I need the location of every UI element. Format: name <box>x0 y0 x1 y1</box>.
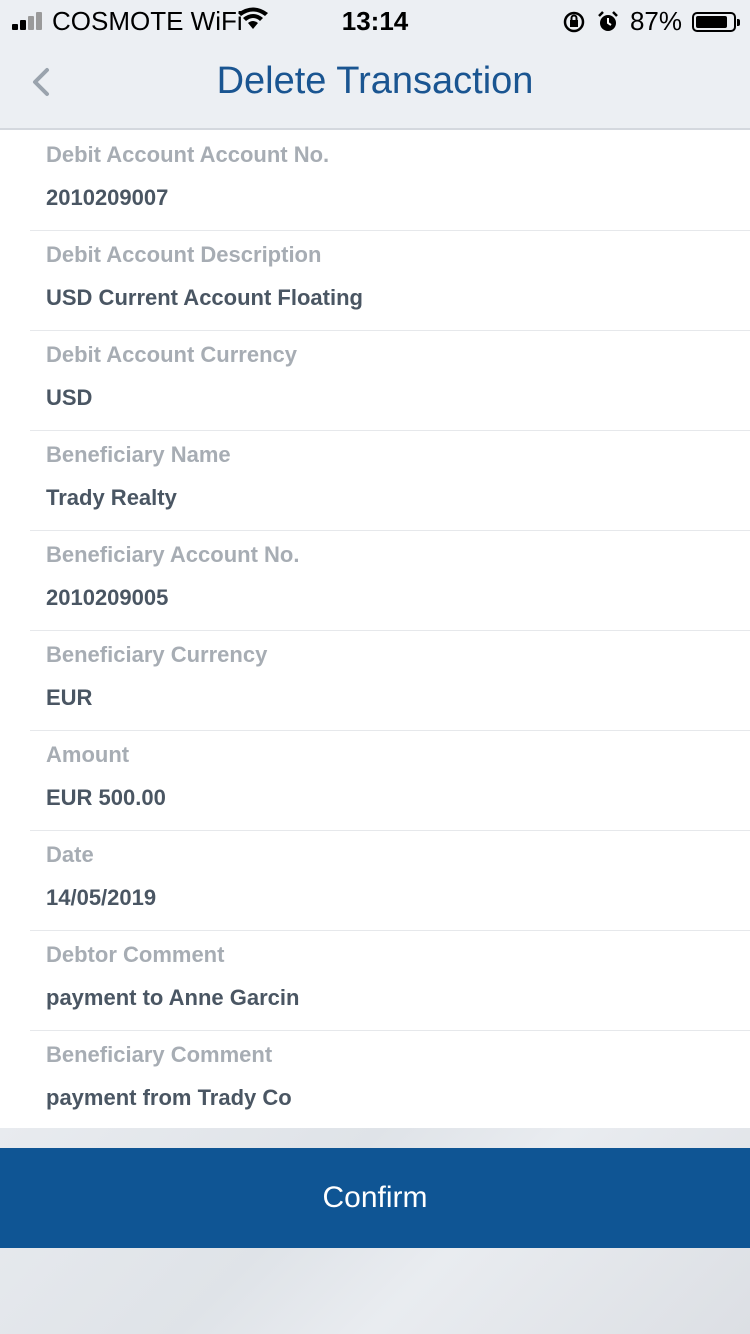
detail-row-beneficiary-name: Beneficiary Name Trady Realty <box>30 430 750 531</box>
detail-value: Trady Realty <box>46 485 177 510</box>
status-bar: COSMOTE WiFi 13:14 87% <box>0 0 750 40</box>
detail-row-beneficiary-account-no: Beneficiary Account No. 2010209005 <box>30 530 750 631</box>
confirm-button[interactable]: Confirm <box>0 1148 750 1248</box>
detail-row-debit-account-currency: Debit Account Currency USD <box>30 330 750 431</box>
detail-value: 2010209005 <box>46 585 169 610</box>
detail-row-beneficiary-currency: Beneficiary Currency EUR <box>30 630 750 731</box>
detail-label: Beneficiary Comment <box>46 1042 273 1067</box>
detail-label: Debit Account Account No. <box>46 142 330 167</box>
detail-row-debit-account-no: Debit Account Account No. 2010209007 <box>30 130 750 231</box>
detail-value: payment to Anne Garcin <box>46 985 300 1010</box>
detail-label: Debit Account Currency <box>46 342 298 367</box>
detail-row-debit-account-description: Debit Account Description USD Current Ac… <box>30 230 750 331</box>
battery-percentage: 87% <box>629 6 682 36</box>
detail-row-date: Date 14/05/2019 <box>30 830 750 931</box>
rotation-lock-icon <box>563 11 585 32</box>
detail-value: USD <box>46 385 93 410</box>
detail-label: Beneficiary Currency <box>46 642 268 667</box>
detail-label: Amount <box>46 742 130 767</box>
detail-value: 2010209007 <box>46 185 169 210</box>
detail-value: EUR 500.00 <box>46 785 166 810</box>
detail-label: Debit Account Description <box>46 242 322 267</box>
detail-value: EUR <box>46 685 93 710</box>
alarm-icon <box>598 10 618 31</box>
detail-row-amount: Amount EUR 500.00 <box>30 730 750 831</box>
detail-value: payment from Trady Co <box>46 1085 292 1110</box>
detail-label: Debtor Comment <box>46 942 225 967</box>
detail-label: Beneficiary Name <box>46 442 231 467</box>
transaction-details: Debit Account Account No. 2010209007 Deb… <box>0 130 750 1128</box>
detail-value: 14/05/2019 <box>46 885 157 910</box>
page-title: Delete Transaction <box>216 60 534 102</box>
detail-label: Date <box>46 842 94 867</box>
detail-row-beneficiary-comment: Beneficiary Comment payment from Trady C… <box>30 1030 750 1130</box>
battery-icon <box>692 11 740 32</box>
battery-fill <box>696 15 727 28</box>
detail-label: Beneficiary Account No. <box>46 542 300 567</box>
detail-row-debtor-comment: Debtor Comment payment to Anne Garcin <box>30 930 750 1031</box>
detail-value: USD Current Account Floating <box>46 285 363 310</box>
navigation-bar: Delete Transaction <box>0 40 750 130</box>
